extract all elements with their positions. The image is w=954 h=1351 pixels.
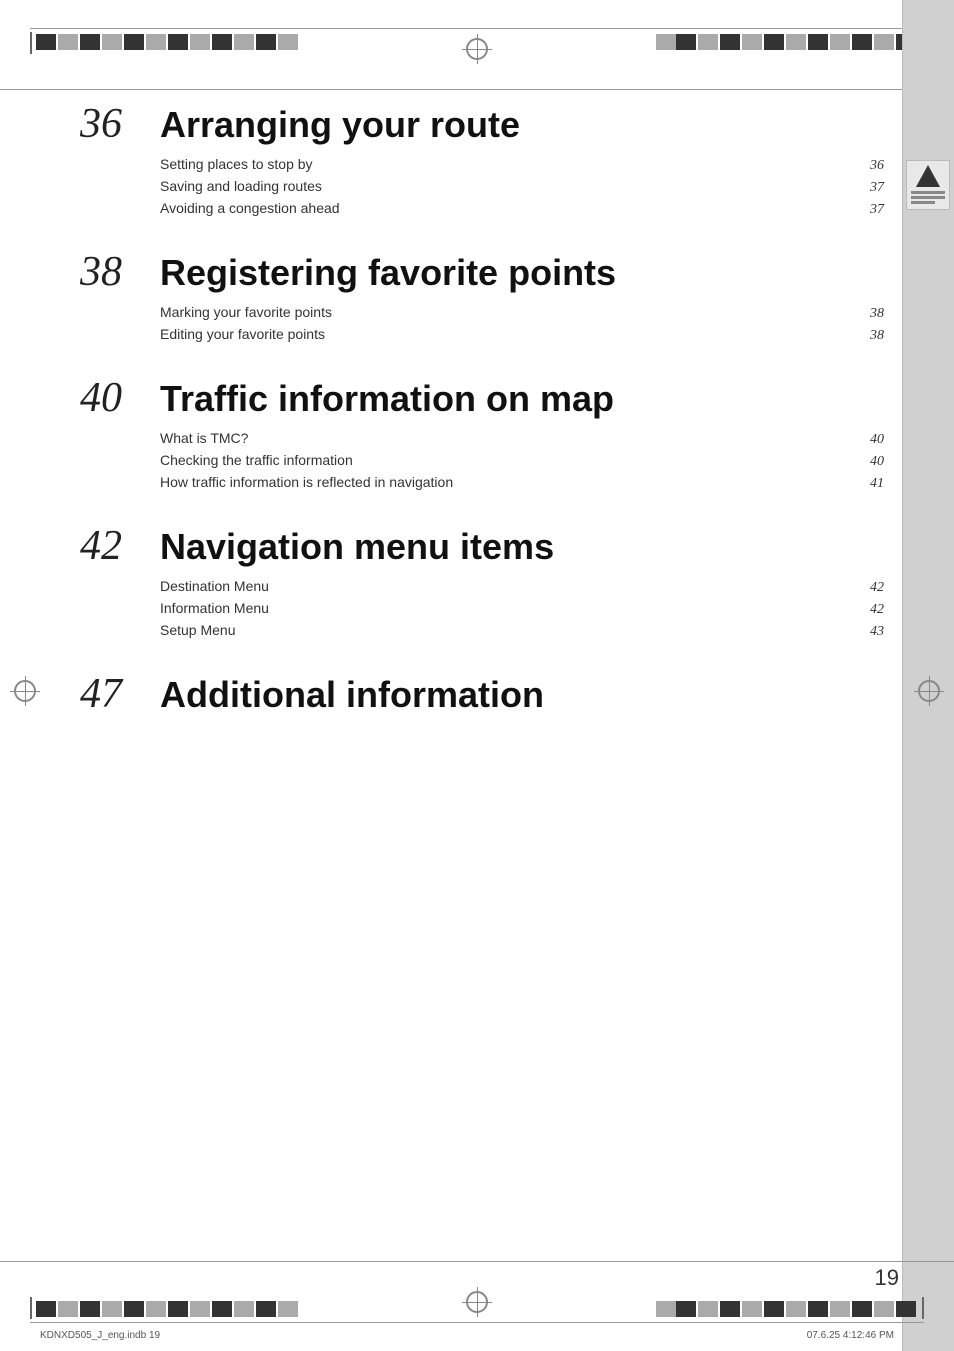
checker-right (638, 34, 918, 50)
top-crosshair-icon (466, 38, 488, 60)
toc-heading-row-36: 36 Arranging your route (80, 100, 884, 148)
top-inner-line (30, 28, 924, 29)
bottom-bar-right (922, 1297, 924, 1319)
toc-entries-40: What is TMC? 40 Checking the traffic inf… (160, 430, 884, 492)
entry-page: 42 (854, 580, 884, 596)
toc-heading-row-42: 42 Navigation menu items (80, 522, 884, 570)
entry-label: Destination Menu (160, 578, 269, 594)
section-title-38: Registering favorite points (160, 252, 616, 294)
toc-section-40: 40 Traffic information on map What is TM… (80, 374, 884, 492)
left-crosshair-icon (14, 680, 36, 702)
footer-left-text: KDNXD505_J_eng.indb 19 (40, 1330, 160, 1341)
toc-entry: Saving and loading routes 37 (160, 178, 884, 196)
toc-entry: Editing your favorite points 38 (160, 326, 884, 344)
toc-entry: How traffic information is reflected in … (160, 474, 884, 492)
entry-label: Setup Menu (160, 622, 236, 638)
bottom-border: KDNXD505_J_eng.indb 19 07.6.25 4:12:46 P… (0, 1261, 954, 1351)
toc-entry: Destination Menu 42 (160, 578, 884, 596)
toc-entry: Setup Menu 43 (160, 622, 884, 640)
toc-entries-36: Setting places to stop by 36 Saving and … (160, 156, 884, 218)
toc-entry: Setting places to stop by 36 (160, 156, 884, 174)
toc-entry: What is TMC? 40 (160, 430, 884, 448)
entry-page: 42 (854, 602, 884, 618)
footer-right-text: 07.6.25 4:12:46 PM (807, 1330, 894, 1341)
section-number-42: 42 (80, 522, 160, 570)
entry-page: 40 (854, 454, 884, 470)
toc-entry: Marking your favorite points 38 (160, 304, 884, 322)
bottom-crosshair-icon (466, 1291, 488, 1313)
section-title-36: Arranging your route (160, 104, 520, 146)
entry-label: Information Menu (160, 600, 269, 616)
right-crosshair-icon (918, 680, 940, 702)
toc-heading-row-47: 47 Additional information (80, 670, 884, 718)
entry-page: 41 (854, 476, 884, 492)
toc-section-36: 36 Arranging your route Setting places t… (80, 100, 884, 218)
toc-section-42: 42 Navigation menu items Destination Men… (80, 522, 884, 640)
toc-heading-row-40: 40 Traffic information on map (80, 374, 884, 422)
bottom-checker-left (36, 1301, 316, 1317)
top-border (0, 0, 954, 90)
toc-entry: Avoiding a congestion ahead 37 (160, 200, 884, 218)
section-title-47: Additional information (160, 674, 544, 716)
entry-page: 37 (854, 180, 884, 196)
section-number-40: 40 (80, 374, 160, 422)
entry-label: Marking your favorite points (160, 304, 332, 320)
bottom-checker-right (638, 1301, 918, 1317)
section-title-40: Traffic information on map (160, 378, 614, 420)
section-title-42: Navigation menu items (160, 526, 554, 568)
bottom-inner-line (30, 1322, 924, 1323)
entry-label: Editing your favorite points (160, 326, 325, 342)
entry-label: Checking the traffic information (160, 452, 353, 468)
section-number-36: 36 (80, 100, 160, 148)
toc-section-38: 38 Registering favorite points Marking y… (80, 248, 884, 344)
right-sidebar (902, 0, 954, 1351)
toc-entry: Checking the traffic information 40 (160, 452, 884, 470)
entry-label: Avoiding a congestion ahead (160, 200, 340, 216)
entry-label: What is TMC? (160, 430, 248, 446)
entry-page: 43 (854, 624, 884, 640)
toc-heading-row-38: 38 Registering favorite points (80, 248, 884, 296)
toc-entries-42: Destination Menu 42 Information Menu 42 … (160, 578, 884, 640)
entry-page: 38 (854, 328, 884, 344)
toc-section-47: 47 Additional information (80, 670, 884, 718)
section-number-47: 47 (80, 670, 160, 718)
entry-label: Saving and loading routes (160, 178, 322, 194)
entry-label: How traffic information is reflected in … (160, 474, 453, 490)
bottom-bar-left (30, 1297, 32, 1319)
top-bar-left (30, 32, 32, 54)
entry-label: Setting places to stop by (160, 156, 313, 172)
nav-triangle-icon (916, 165, 940, 187)
toc-entries-38: Marking your favorite points 38 Editing … (160, 304, 884, 344)
entry-page: 38 (854, 306, 884, 322)
main-content: 36 Arranging your route Setting places t… (80, 100, 884, 1251)
entry-page: 36 (854, 158, 884, 174)
toc-entry: Information Menu 42 (160, 600, 884, 618)
entry-page: 40 (854, 432, 884, 448)
checker-left (36, 34, 316, 50)
nav-icon-box (906, 160, 950, 210)
section-number-38: 38 (80, 248, 160, 296)
entry-page: 37 (854, 202, 884, 218)
